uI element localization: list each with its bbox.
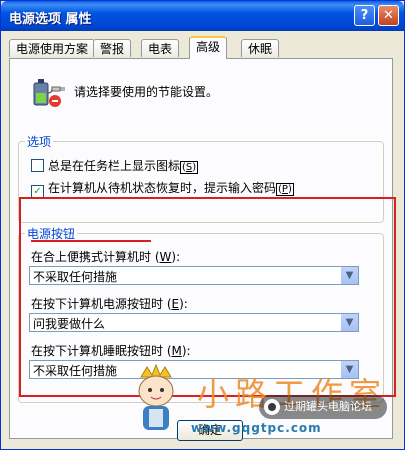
highlight-underline [31, 240, 151, 242]
options-group-title: 选项 [25, 133, 54, 150]
watermark-url: www.gqgtpc.com [191, 421, 322, 435]
camera-icon [264, 399, 280, 415]
help-button[interactable]: ? [354, 5, 375, 26]
window-title: 电源选项 属性 [9, 12, 92, 27]
password-resume-label: 在计算机从待机状态恢复时，提示输入密码 [48, 181, 277, 195]
watermark-badge-text: 过期罐头电脑论坛 [284, 400, 372, 413]
close-button[interactable]: ✕ [378, 5, 399, 26]
tab-advanced[interactable]: 高级 [189, 36, 228, 59]
tab-power-meter[interactable]: 电表 [141, 39, 180, 57]
intro-text: 请选择要使用的节能设置。 [74, 85, 219, 99]
power-options-window: 电源选项 属性 ? ✕ 电源使用方案 警报 电表 高级 休眠 请选择要使用的节能… [0, 0, 405, 450]
battery-plug-icon [33, 79, 65, 107]
watermark-badge: 过期罐头电脑论坛 [259, 395, 387, 419]
tab-hibernate[interactable]: 休眠 [241, 39, 280, 57]
tray-icon-hotkey: S [185, 162, 193, 173]
mascot-watermark-icon [138, 363, 174, 430]
option-password-on-resume[interactable]: ✓ 在计算机从待机状态恢复时，提示输入密码 (P) [31, 179, 294, 198]
tab-power-schemes[interactable]: 电源使用方案 [9, 39, 96, 57]
password-resume-hotkey: P [281, 184, 288, 195]
option-show-tray-icon[interactable]: 总是在任务栏上显示图标 (S) [31, 157, 199, 174]
tray-icon-checkbox[interactable] [31, 159, 44, 172]
highlight-frame [19, 197, 396, 397]
title-bar[interactable]: 电源选项 属性 ? ✕ [1, 1, 404, 31]
tray-icon-label: 总是在任务栏上显示图标 [48, 159, 181, 173]
tab-alarms[interactable]: 警报 [93, 39, 132, 57]
